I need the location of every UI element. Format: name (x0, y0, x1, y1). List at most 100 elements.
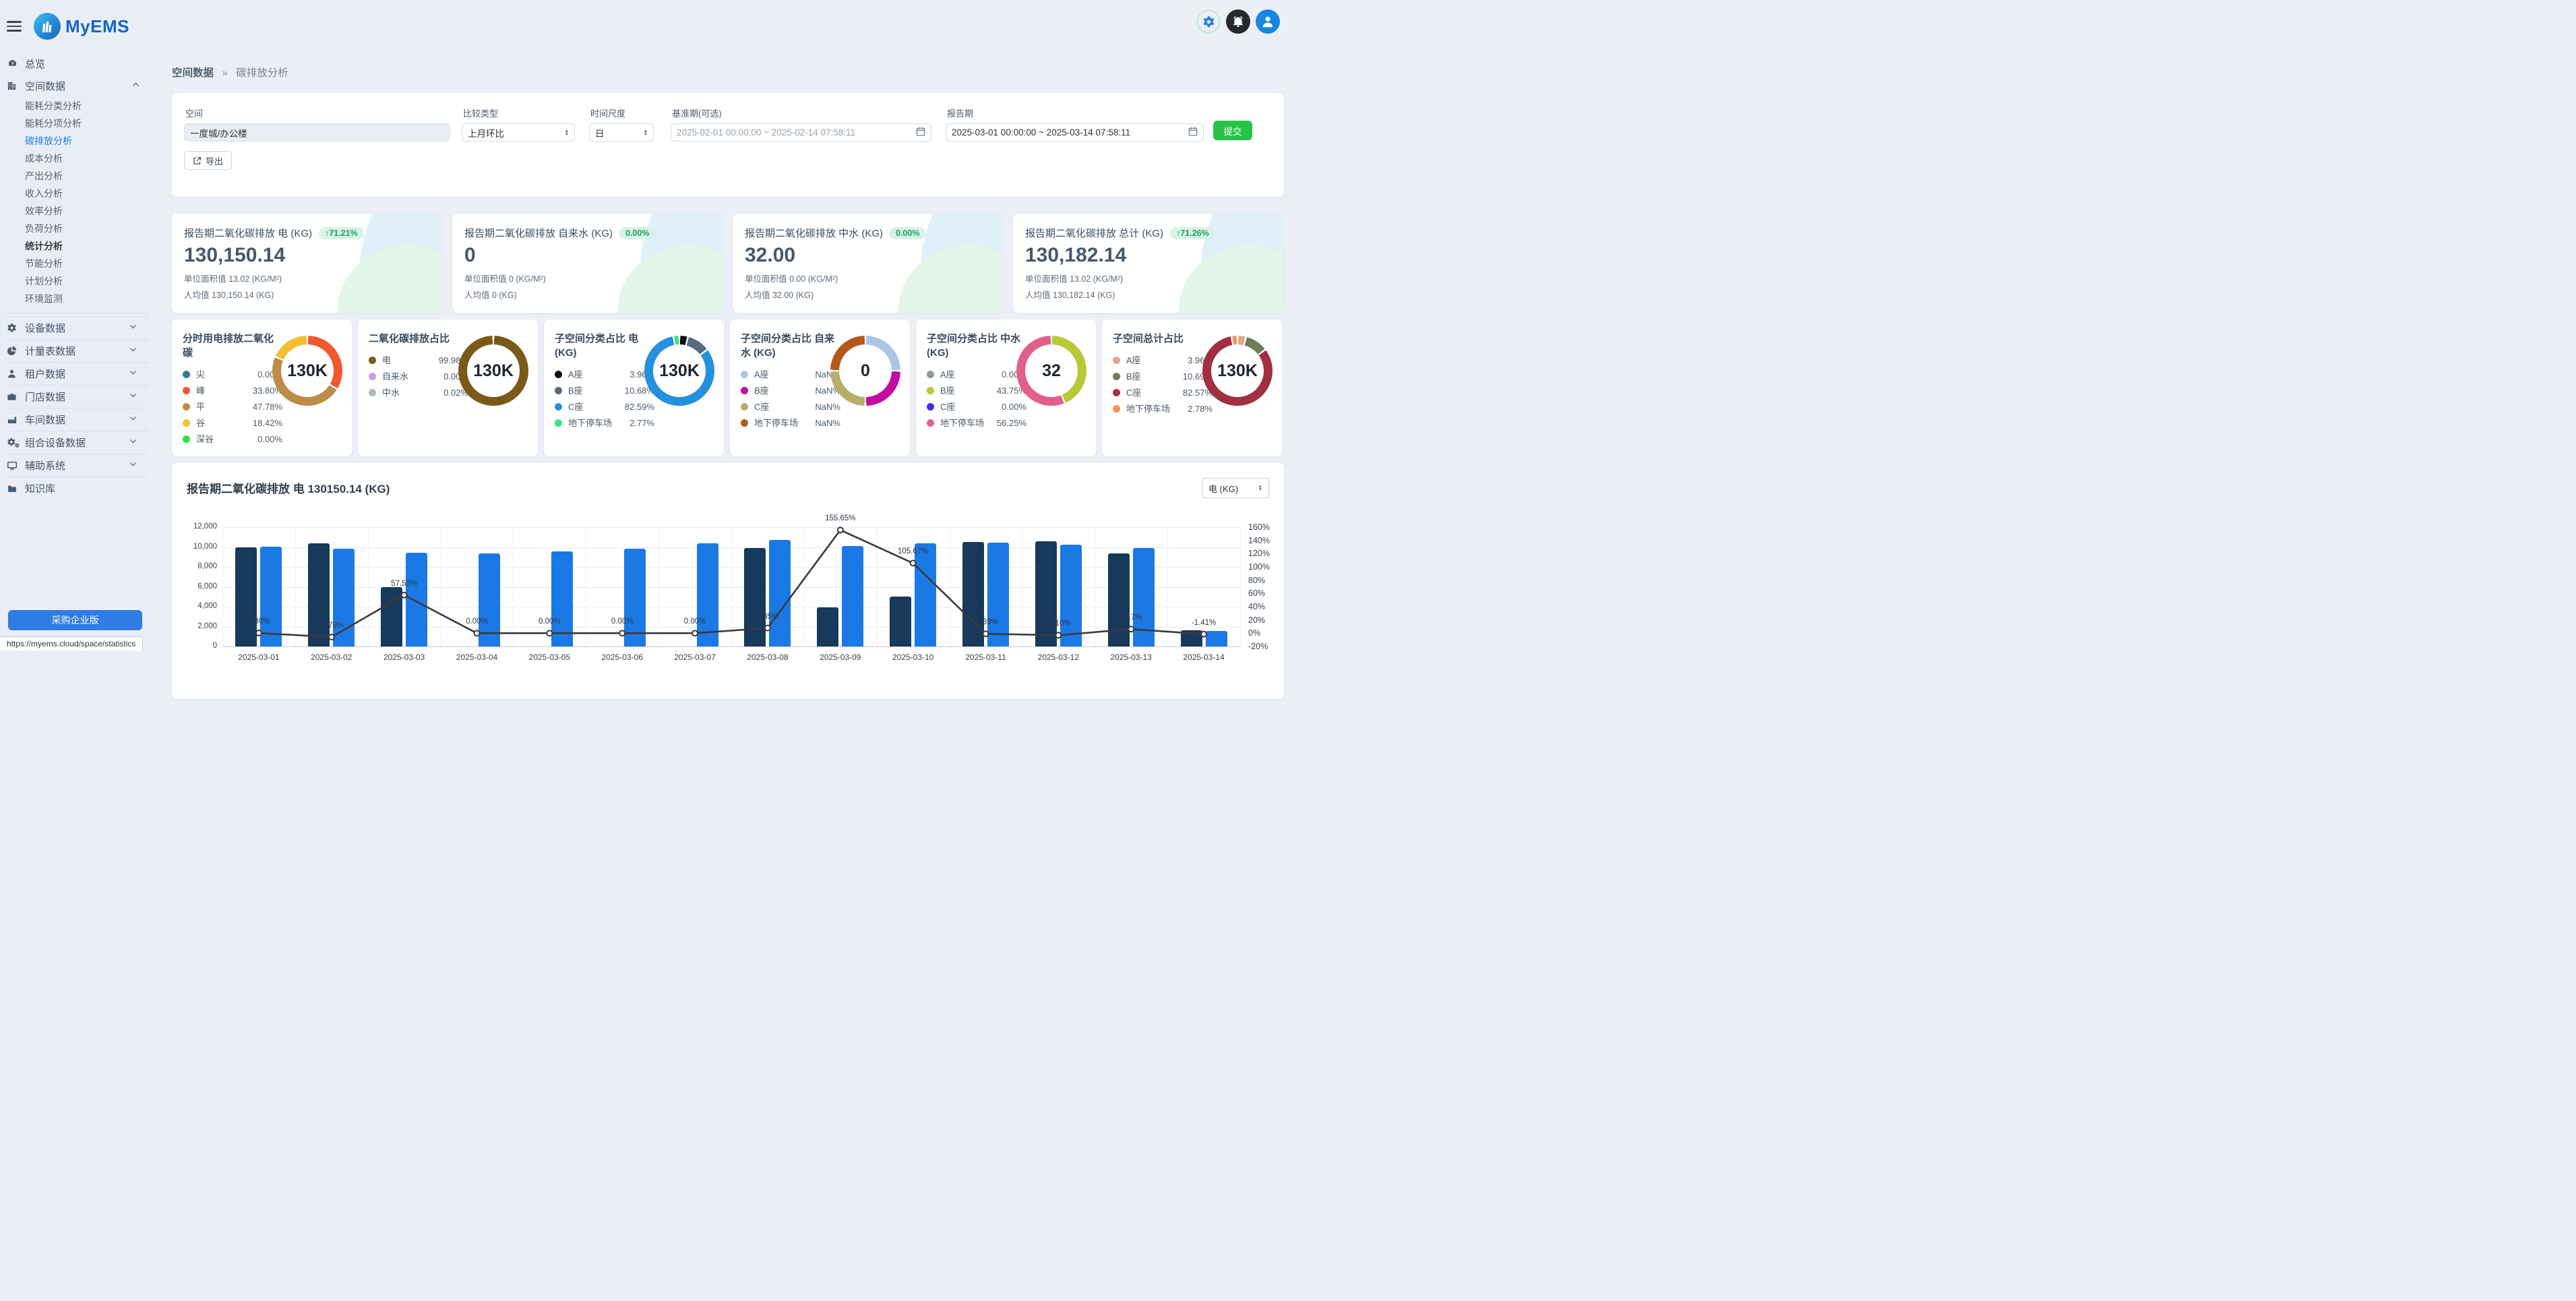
chart-line-point (329, 634, 334, 640)
legend-color-dot (183, 403, 190, 411)
sidebar-item-计量表数据[interactable]: 计量表数据 (7, 340, 148, 362)
sidebar-item-空间数据[interactable]: 空间数据 (0, 75, 150, 97)
emission-trend-chart-card: 报告期二氧化碳排放 电 130150.14 (KG) 电 (KG) ▲▼ 12,… (172, 463, 1284, 699)
chart-line-label: 0.00% (595, 617, 649, 626)
browser-status-url: https://myems.cloud/space/statistics (0, 636, 143, 650)
legend-item-谷[interactable]: 谷18.42% (183, 418, 282, 428)
sidebar-subitem-碳排放分析[interactable]: 碳排放分析 (25, 132, 150, 150)
kpi-card-1: 报告期二氧化碳排放 自来水 (KG)0.00%0单位面积值 0 (KG/M²)人… (452, 214, 723, 313)
donut-legend: 尖0.00% 峰33.80% 平47.78% 谷18.42% 深谷 0.00% (183, 369, 282, 444)
sidebar-subitem-计划分析[interactable]: 计划分析 (25, 272, 150, 290)
legend-item-电[interactable]: 电99.98% (369, 355, 468, 365)
legend-item-地下停车场[interactable]: 地下停车场56.25% (927, 418, 1026, 428)
legend-percentage: 2.77% (630, 418, 654, 428)
legend-item-地下停车场[interactable]: 地下停车场NaN% (741, 418, 840, 428)
legend-item-中水[interactable]: 中水0.02% (369, 388, 468, 398)
legend-percentage: 18.42% (253, 418, 282, 428)
sidebar-item-门店数据[interactable]: 门店数据 (7, 386, 148, 408)
legend-label: A座 (1126, 355, 1141, 365)
legend-item-B座[interactable]: B座10.69% (1113, 371, 1213, 382)
legend-color-dot (741, 371, 748, 378)
sidebar-subitem-能耗分类分析[interactable]: 能耗分类分析 (25, 97, 150, 115)
export-button[interactable]: 导出 (184, 151, 232, 170)
legend-item-A座[interactable]: A座0.00% (927, 369, 1026, 380)
chart-line-point (911, 560, 916, 566)
export-label: 导出 (206, 154, 223, 167)
legend-color-dot (369, 357, 376, 364)
legend-item-尖[interactable]: 尖0.00% (183, 369, 282, 380)
sidebar-subitem-统计分析[interactable]: 统计分析 (25, 237, 150, 255)
menu-toggle-icon[interactable] (7, 18, 22, 34)
legend-label: A座 (754, 369, 769, 380)
sidebar-item-车间数据[interactable]: 车间数据 (7, 409, 148, 431)
legend-item-A座[interactable]: A座3.96% (555, 369, 654, 380)
upgrade-button[interactable]: 采购企业版 (8, 610, 142, 630)
myems-logo[interactable]: MyEMS (34, 13, 129, 40)
chart-line-label: 0.30% (232, 617, 286, 626)
sidebar-subitem-成本分析[interactable]: 成本分析 (25, 150, 150, 167)
sidebar-subitem-能耗分项分析[interactable]: 能耗分项分析 (25, 115, 150, 132)
chart-line-label: 0.00% (522, 617, 576, 626)
legend-item-深谷[interactable]: 深谷 0.00% (183, 434, 282, 444)
sidebar-subitem-负荷分析[interactable]: 负荷分析 (25, 220, 150, 237)
sidebar-item-label: 门店数据 (25, 390, 129, 404)
period-type-select[interactable]: 日 ▲▼ (589, 123, 654, 142)
sidebar-item-总览[interactable]: 总览 (0, 53, 150, 75)
settings-gear-icon[interactable] (1196, 9, 1221, 34)
sidebar: MyEMS 总览空间数据能耗分类分析能耗分项分析碳排放分析成本分析产出分析收入分… (0, 0, 150, 650)
chevron-down-icon (129, 368, 138, 380)
sidebar-item-知识库[interactable]: 知识库 (7, 477, 148, 500)
legend-label: B座 (1126, 371, 1141, 382)
donut-card-5: 子空间总计占比A座3.96%B座10.69%C座82.57%地下停车场2.78%… (1102, 320, 1282, 456)
legend-item-A座[interactable]: A座3.96% (1113, 355, 1213, 365)
breadcrumb-section-link[interactable]: 空间数据 (172, 67, 214, 79)
kpi-per-area: 单位面积值 13.02 (KG/M²) (1025, 272, 1271, 284)
legend-item-A座[interactable]: A座NaN% (741, 369, 840, 380)
comparison-type-select[interactable]: 上月环比 ▲▼ (462, 123, 575, 142)
legend-label: 深谷 (196, 434, 214, 444)
legend-item-自来水[interactable]: 自来水0.00% (369, 371, 468, 382)
legend-item-C座[interactable]: C座0.00% (927, 402, 1026, 412)
sidebar-item-组合设备数据[interactable]: 组合设备数据 (7, 431, 148, 454)
chevron-down-icon (129, 322, 138, 334)
kpi-per-capita: 人均值 32.00 (KG) (745, 288, 991, 301)
sidebar-item-租户数据[interactable]: 租户数据 (7, 363, 148, 385)
legend-item-C座[interactable]: C座NaN% (741, 402, 840, 412)
legend-item-C座[interactable]: C座82.59% (555, 402, 654, 412)
legend-label: B座 (940, 386, 955, 396)
chevron-down-icon (129, 460, 138, 471)
sidebar-subitem-环境监测[interactable]: 环境监测 (25, 290, 150, 307)
sidebar-subitem-效率分析[interactable]: 效率分析 (25, 202, 150, 220)
sidebar-item-辅助系统[interactable]: 辅助系统 (7, 454, 148, 477)
chart-line-label: 105.67% (886, 547, 940, 555)
sidebar-item-label: 总览 (25, 57, 141, 71)
chart-line-point (474, 630, 480, 636)
legend-percentage: 0.00% (257, 434, 282, 444)
notifications-bell-icon[interactable] (1226, 9, 1250, 34)
kpi-value: 32.00 (745, 244, 991, 267)
chart-line-label: -1.41% (1177, 619, 1231, 627)
user-avatar[interactable] (1256, 9, 1280, 34)
chart-line-point (1055, 632, 1061, 638)
legend-item-B座[interactable]: B座NaN% (741, 386, 840, 396)
chart-line-point (619, 630, 625, 636)
sidebar-subitem-节能分析[interactable]: 节能分析 (25, 255, 150, 272)
donut-card-title: 二氧化碳排放占比 (369, 332, 467, 346)
space-input[interactable] (184, 123, 450, 142)
legend-color-dot (1113, 389, 1120, 396)
legend-item-C座[interactable]: C座82.57% (1113, 388, 1213, 398)
sidebar-subitem-产出分析[interactable]: 产出分析 (25, 167, 150, 185)
legend-item-地下停车场[interactable]: 地下停车场2.78% (1113, 404, 1213, 414)
report-period-input[interactable]: 2025-03-01 00:00:00 ~ 2025-03-14 07:58:1… (946, 123, 1204, 142)
legend-item-地下停车场[interactable]: 地下停车场2.77% (555, 418, 654, 428)
legend-item-峰[interactable]: 峰33.80% (183, 386, 282, 396)
legend-item-B座[interactable]: B座10.68% (555, 386, 654, 396)
sidebar-item-设备数据[interactable]: 设备数据 (7, 317, 148, 339)
legend-item-B座[interactable]: B座43.75% (927, 386, 1026, 396)
legend-item-平[interactable]: 平47.78% (183, 402, 282, 412)
kpi-per-capita: 人均值 0 (KG) (464, 288, 710, 301)
legend-color-dot (555, 371, 562, 378)
base-period-input[interactable]: 2025-02-01 00:00:00 ~ 2025-02-14 07:58:1… (671, 123, 931, 142)
sidebar-subitem-收入分析[interactable]: 收入分析 (25, 185, 150, 202)
submit-button[interactable]: 提交 (1213, 121, 1252, 140)
